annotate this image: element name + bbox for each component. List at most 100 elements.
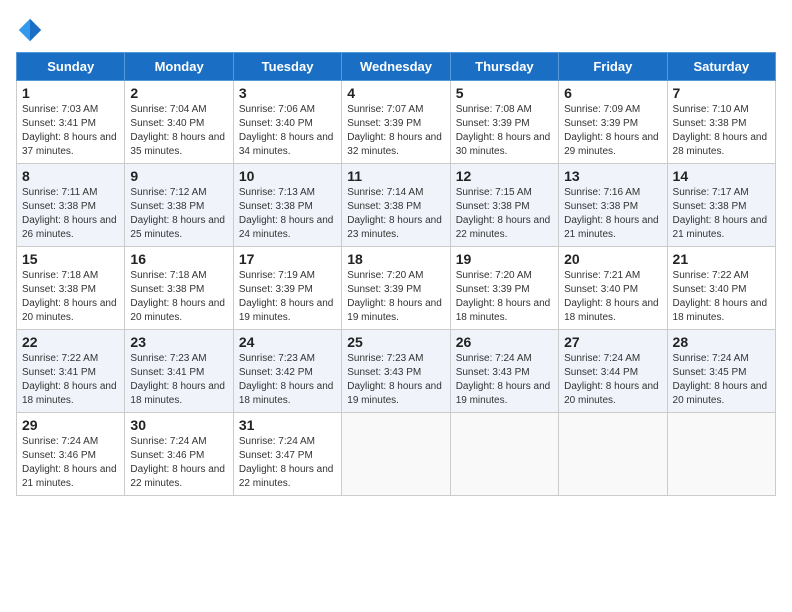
cell-info: Sunrise: 7:24 AMSunset: 3:45 PMDaylight:… (673, 352, 770, 408)
calendar-cell (450, 413, 558, 496)
day-number: 27 (564, 334, 661, 350)
cell-info: Sunrise: 7:22 AMSunset: 3:40 PMDaylight:… (673, 269, 770, 325)
cell-info: Sunrise: 7:24 AMSunset: 3:46 PMDaylight:… (130, 435, 227, 491)
day-header-sunday: Sunday (17, 53, 125, 81)
calendar-week-row: 1 Sunrise: 7:03 AMSunset: 3:41 PMDaylight… (17, 81, 776, 164)
calendar-cell: 31Sunrise: 7:24 AMSunset: 3:47 PMDayligh… (233, 413, 341, 496)
cell-info: Sunrise: 7:08 AMSunset: 3:39 PMDaylight:… (456, 103, 553, 159)
calendar-cell: 22 Sunrise: 7:22 AMSunset: 3:41 PMDayligh… (17, 330, 125, 413)
calendar-cell: 14 Sunrise: 7:17 AMSunset: 3:38 PMDayligh… (667, 164, 775, 247)
day-number: 29 (22, 417, 119, 433)
day-number: 31 (239, 417, 336, 433)
calendar-cell: 21 Sunrise: 7:22 AMSunset: 3:40 PMDayligh… (667, 247, 775, 330)
day-number: 12 (456, 168, 553, 184)
day-number: 13 (564, 168, 661, 184)
day-number: 22 (22, 334, 119, 350)
calendar-cell: 7 Sunrise: 7:10 AMSunset: 3:38 PMDaylight… (667, 81, 775, 164)
calendar-cell: 18Sunrise: 7:20 AMSunset: 3:39 PMDayligh… (342, 247, 450, 330)
cell-info: Sunrise: 7:15 AMSunset: 3:38 PMDaylight:… (456, 186, 553, 242)
day-number: 26 (456, 334, 553, 350)
day-header-wednesday: Wednesday (342, 53, 450, 81)
calendar-table: SundayMondayTuesdayWednesdayThursdayFrid… (16, 52, 776, 496)
cell-info: Sunrise: 7:18 AMSunset: 3:38 PMDaylight:… (130, 269, 227, 325)
cell-info: Sunrise: 7:14 AMSunset: 3:38 PMDaylight:… (347, 186, 444, 242)
cell-info: Sunrise: 7:11 AMSunset: 3:38 PMDaylight:… (22, 186, 119, 242)
page-header (16, 16, 776, 44)
calendar-cell (559, 413, 667, 496)
cell-info: Sunrise: 7:16 AMSunset: 3:38 PMDaylight:… (564, 186, 661, 242)
logo-icon (16, 16, 44, 44)
day-number: 17 (239, 251, 336, 267)
cell-info: Sunrise: 7:23 AMSunset: 3:42 PMDaylight:… (239, 352, 336, 408)
day-header-thursday: Thursday (450, 53, 558, 81)
calendar-cell: 12 Sunrise: 7:15 AMSunset: 3:38 PMDayligh… (450, 164, 558, 247)
calendar-cell: 10 Sunrise: 7:13 AMSunset: 3:38 PMDayligh… (233, 164, 341, 247)
calendar-cell: 8 Sunrise: 7:11 AMSunset: 3:38 PMDaylight… (17, 164, 125, 247)
calendar-header-row: SundayMondayTuesdayWednesdayThursdayFrid… (17, 53, 776, 81)
day-header-tuesday: Tuesday (233, 53, 341, 81)
cell-info: Sunrise: 7:18 AMSunset: 3:38 PMDaylight:… (22, 269, 119, 325)
day-number: 9 (130, 168, 227, 184)
calendar-cell: 15Sunrise: 7:18 AMSunset: 3:38 PMDayligh… (17, 247, 125, 330)
day-number: 3 (239, 85, 336, 101)
cell-info: Sunrise: 7:24 AMSunset: 3:46 PMDaylight:… (22, 435, 119, 491)
day-number: 23 (130, 334, 227, 350)
calendar-cell: 26 Sunrise: 7:24 AMSunset: 3:43 PMDayligh… (450, 330, 558, 413)
calendar-week-row: 29 Sunrise: 7:24 AMSunset: 3:46 PMDayligh… (17, 413, 776, 496)
cell-info: Sunrise: 7:20 AMSunset: 3:39 PMDaylight:… (456, 269, 553, 325)
cell-info: Sunrise: 7:04 AMSunset: 3:40 PMDaylight:… (130, 103, 227, 159)
cell-info: Sunrise: 7:24 AMSunset: 3:43 PMDaylight:… (456, 352, 553, 408)
cell-info: Sunrise: 7:03 AMSunset: 3:41 PMDaylight:… (22, 103, 119, 159)
calendar-cell: 5Sunrise: 7:08 AMSunset: 3:39 PMDaylight… (450, 81, 558, 164)
calendar-cell: 13 Sunrise: 7:16 AMSunset: 3:38 PMDayligh… (559, 164, 667, 247)
day-number: 1 (22, 85, 119, 101)
day-number: 19 (456, 251, 553, 267)
calendar-cell (342, 413, 450, 496)
calendar-cell: 4 Sunrise: 7:07 AMSunset: 3:39 PMDaylight… (342, 81, 450, 164)
day-number: 11 (347, 168, 444, 184)
day-number: 20 (564, 251, 661, 267)
calendar-cell: 1 Sunrise: 7:03 AMSunset: 3:41 PMDaylight… (17, 81, 125, 164)
cell-info: Sunrise: 7:19 AMSunset: 3:39 PMDaylight:… (239, 269, 336, 325)
day-number: 8 (22, 168, 119, 184)
calendar-cell: 27Sunrise: 7:24 AMSunset: 3:44 PMDayligh… (559, 330, 667, 413)
calendar-cell: 24Sunrise: 7:23 AMSunset: 3:42 PMDayligh… (233, 330, 341, 413)
calendar-cell: 30 Sunrise: 7:24 AMSunset: 3:46 PMDayligh… (125, 413, 233, 496)
day-header-friday: Friday (559, 53, 667, 81)
cell-info: Sunrise: 7:22 AMSunset: 3:41 PMDaylight:… (22, 352, 119, 408)
cell-info: Sunrise: 7:23 AMSunset: 3:41 PMDaylight:… (130, 352, 227, 408)
day-number: 25 (347, 334, 444, 350)
cell-info: Sunrise: 7:17 AMSunset: 3:38 PMDaylight:… (673, 186, 770, 242)
day-number: 4 (347, 85, 444, 101)
calendar-week-row: 15Sunrise: 7:18 AMSunset: 3:38 PMDayligh… (17, 247, 776, 330)
day-number: 16 (130, 251, 227, 267)
calendar-cell: 6Sunrise: 7:09 AMSunset: 3:39 PMDaylight… (559, 81, 667, 164)
day-number: 14 (673, 168, 770, 184)
logo (16, 16, 48, 44)
calendar-cell: 9 Sunrise: 7:12 AMSunset: 3:38 PMDaylight… (125, 164, 233, 247)
cell-info: Sunrise: 7:09 AMSunset: 3:39 PMDaylight:… (564, 103, 661, 159)
calendar-cell (667, 413, 775, 496)
day-number: 30 (130, 417, 227, 433)
cell-info: Sunrise: 7:12 AMSunset: 3:38 PMDaylight:… (130, 186, 227, 242)
day-number: 7 (673, 85, 770, 101)
calendar-cell: 20Sunrise: 7:21 AMSunset: 3:40 PMDayligh… (559, 247, 667, 330)
day-number: 2 (130, 85, 227, 101)
calendar-week-row: 22 Sunrise: 7:22 AMSunset: 3:41 PMDayligh… (17, 330, 776, 413)
calendar-cell: 23 Sunrise: 7:23 AMSunset: 3:41 PMDayligh… (125, 330, 233, 413)
day-number: 10 (239, 168, 336, 184)
calendar-cell: 25 Sunrise: 7:23 AMSunset: 3:43 PMDayligh… (342, 330, 450, 413)
day-header-monday: Monday (125, 53, 233, 81)
cell-info: Sunrise: 7:07 AMSunset: 3:39 PMDaylight:… (347, 103, 444, 159)
calendar-cell: 11 Sunrise: 7:14 AMSunset: 3:38 PMDayligh… (342, 164, 450, 247)
day-number: 21 (673, 251, 770, 267)
day-header-saturday: Saturday (667, 53, 775, 81)
calendar-cell: 2 Sunrise: 7:04 AMSunset: 3:40 PMDaylight… (125, 81, 233, 164)
cell-info: Sunrise: 7:23 AMSunset: 3:43 PMDaylight:… (347, 352, 444, 408)
cell-info: Sunrise: 7:10 AMSunset: 3:38 PMDaylight:… (673, 103, 770, 159)
calendar-cell: 29 Sunrise: 7:24 AMSunset: 3:46 PMDayligh… (17, 413, 125, 496)
day-number: 18 (347, 251, 444, 267)
cell-info: Sunrise: 7:13 AMSunset: 3:38 PMDaylight:… (239, 186, 336, 242)
calendar-cell: 28Sunrise: 7:24 AMSunset: 3:45 PMDayligh… (667, 330, 775, 413)
calendar-cell: 19 Sunrise: 7:20 AMSunset: 3:39 PMDayligh… (450, 247, 558, 330)
